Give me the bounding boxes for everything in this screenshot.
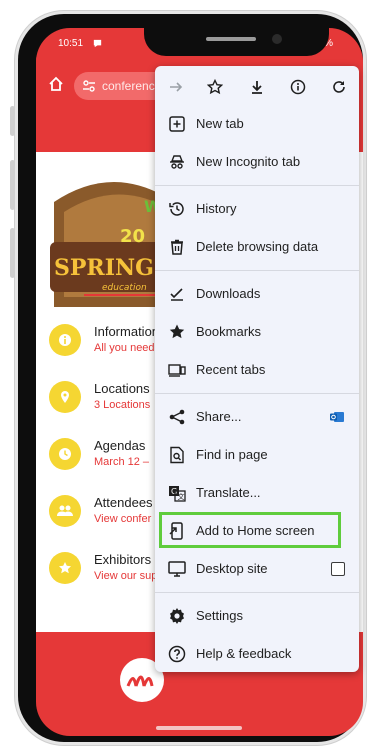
list-item-subtitle: 3 Locations [94, 399, 151, 411]
history-icon [168, 200, 186, 218]
outlook-app-icon[interactable] [330, 410, 344, 424]
menu-item-label: Settings [196, 608, 243, 623]
reload-icon[interactable] [329, 77, 349, 97]
menu-item-find-in-page[interactable]: Find in page [155, 439, 359, 471]
find-in-page-icon [168, 446, 186, 464]
side-button [10, 228, 15, 278]
menu-divider [155, 592, 359, 593]
clock-icon [49, 438, 81, 470]
menu-item-help-feedback[interactable]: Help & feedback [155, 638, 359, 670]
menu-item-recent-tabs[interactable]: Recent tabs [155, 354, 359, 386]
list-item-title: Agendas [94, 438, 146, 453]
desktop-icon [168, 560, 186, 578]
menu-item-translate[interactable]: G文 Translate... [155, 477, 359, 509]
trash-icon [168, 238, 186, 256]
settings-gear-icon [168, 607, 186, 625]
menu-item-bookmarks[interactable]: Bookmarks [155, 316, 359, 348]
menu-item-history[interactable]: History [155, 193, 359, 225]
menu-divider [155, 393, 359, 394]
menu-item-share[interactable]: Share... [155, 401, 359, 433]
translate-icon: G文 [168, 484, 186, 502]
menu-item-desktop-site[interactable]: Desktop site [155, 553, 359, 585]
svg-text:文: 文 [178, 492, 185, 501]
people-icon [49, 495, 81, 527]
incognito-icon [168, 153, 186, 171]
list-item-subtitle: March 12 – [94, 456, 150, 468]
bookmark-star-icon[interactable] [205, 77, 225, 97]
notification-icon [92, 38, 103, 49]
menu-item-label: Share... [196, 409, 242, 424]
recent-tabs-icon [168, 361, 186, 379]
info-icon [49, 324, 81, 356]
menu-item-settings[interactable]: Settings [155, 600, 359, 632]
browser-overflow-menu: New tab New Incognito tab History Delete… [155, 66, 359, 672]
menu-item-label: Delete browsing data [196, 239, 319, 254]
list-item-title: Locations [94, 381, 150, 396]
help-icon [168, 645, 186, 663]
list-item-subtitle: All you need [94, 342, 155, 354]
site-settings-icon[interactable] [82, 79, 96, 93]
downloads-icon [168, 285, 186, 303]
menu-item-label: Bookmarks [196, 324, 262, 339]
home-indicator[interactable] [156, 726, 242, 730]
menu-item-new-tab[interactable]: New tab [155, 108, 359, 140]
menu-divider [155, 185, 359, 186]
list-item-title: Attendees [94, 495, 153, 510]
menu-item-label: Recent tabs [196, 362, 266, 377]
menu-item-label: New Incognito tab [196, 154, 301, 169]
forward-icon[interactable] [166, 77, 186, 97]
menu-item-downloads[interactable]: Downloads [155, 278, 359, 310]
banner-year: 20 [120, 226, 145, 247]
desktop-site-checkbox[interactable] [331, 562, 345, 576]
menu-item-label: Help & feedback [196, 646, 292, 661]
side-button [10, 160, 15, 210]
banner-name: SPRING [54, 255, 154, 281]
menu-item-label: New tab [196, 116, 244, 131]
menu-item-label: Find in page [196, 447, 268, 462]
star-icon [49, 552, 81, 584]
share-icon [168, 408, 186, 426]
list-item-subtitle: View our sup [94, 570, 158, 582]
download-icon[interactable] [247, 77, 267, 97]
menu-divider [155, 270, 359, 271]
menu-item-label: Desktop site [196, 561, 268, 576]
menu-toolbar [155, 66, 359, 108]
location-pin-icon [49, 381, 81, 413]
menu-item-delete-browsing-data[interactable]: Delete browsing data [155, 231, 359, 263]
home-icon[interactable] [48, 76, 64, 92]
list-item-title: Information [94, 324, 160, 339]
menu-item-label: Downloads [196, 286, 261, 301]
new-tab-icon [168, 115, 186, 133]
status-time: 10:51 [58, 38, 84, 49]
bookmarks-star-icon [168, 323, 186, 341]
side-button [10, 106, 15, 136]
menu-item-label: Translate... [196, 485, 261, 500]
url-text: conferenc [102, 79, 155, 93]
list-item-subtitle: View confer [94, 513, 152, 525]
menu-item-new-incognito-tab[interactable]: New Incognito tab [155, 146, 359, 178]
notch [144, 28, 329, 56]
info-icon[interactable] [288, 77, 308, 97]
highlight-box [159, 512, 341, 548]
menu-item-label: History [196, 201, 237, 216]
banner-subtitle: education [102, 283, 147, 293]
list-item-title: Exhibitors [94, 552, 152, 567]
